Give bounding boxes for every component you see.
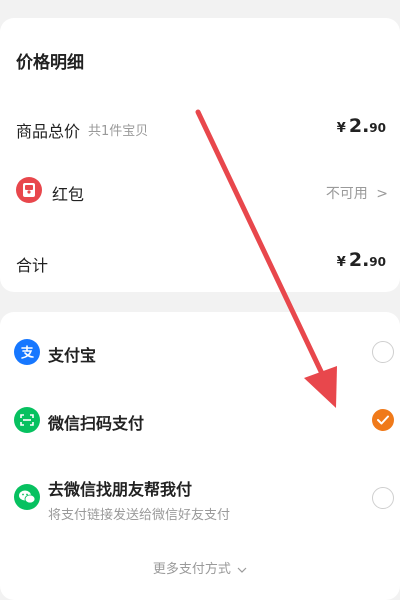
payment-option-alipay[interactable]: 支付宝 xyxy=(0,330,400,374)
red-packet-selector[interactable]: 不可用 > xyxy=(326,183,388,203)
radio-checked[interactable] xyxy=(372,409,394,431)
total-amount: ¥2.90 xyxy=(337,249,386,271)
red-packet-status: 不可用 xyxy=(325,186,368,202)
wechat-friend-icon xyxy=(14,484,40,510)
payment-option-wechat-friend[interactable]: 去微信找朋友帮我付 将支付链接发送给微信好友支付 xyxy=(0,470,400,528)
price-detail-title: 价格明细 xyxy=(16,53,84,73)
amount-dec: 90 xyxy=(369,121,386,135)
payment-option-label: 支付宝 xyxy=(48,346,97,365)
payment-option-sublabel: 将支付链接发送给微信好友支付 xyxy=(48,508,231,523)
amount-int: 2. xyxy=(348,115,370,137)
more-payment-methods-label: 更多支付方式 xyxy=(152,562,231,577)
amount-int: 2. xyxy=(348,249,370,271)
radio-unchecked[interactable] xyxy=(372,487,394,509)
currency-symbol: ¥ xyxy=(336,255,346,270)
goods-count-label: 共1件宝贝 xyxy=(88,124,149,139)
total-label: 合计 xyxy=(16,256,49,275)
amount-dec: 90 xyxy=(369,255,386,269)
red-packet-icon xyxy=(16,177,42,203)
checkmark-icon xyxy=(377,415,389,425)
red-packet-label: 红包 xyxy=(52,185,85,204)
chevron-right-icon: > xyxy=(376,186,388,202)
alipay-icon xyxy=(14,339,40,365)
payment-option-label: 微信扫码支付 xyxy=(48,414,145,433)
wechat-scan-icon xyxy=(14,407,40,433)
currency-symbol: ¥ xyxy=(336,121,346,136)
payment-option-label: 去微信找朋友帮我付 xyxy=(48,480,193,499)
more-payment-methods-link[interactable]: 更多支付方式 xyxy=(0,558,400,577)
radio-unchecked[interactable] xyxy=(372,341,394,363)
goods-total-amount: ¥2.90 xyxy=(337,115,386,137)
payment-option-wechat-scan[interactable]: 微信扫码支付 xyxy=(0,398,400,442)
goods-total-label: 商品总价 xyxy=(16,122,81,141)
chevron-down-icon xyxy=(237,567,247,573)
